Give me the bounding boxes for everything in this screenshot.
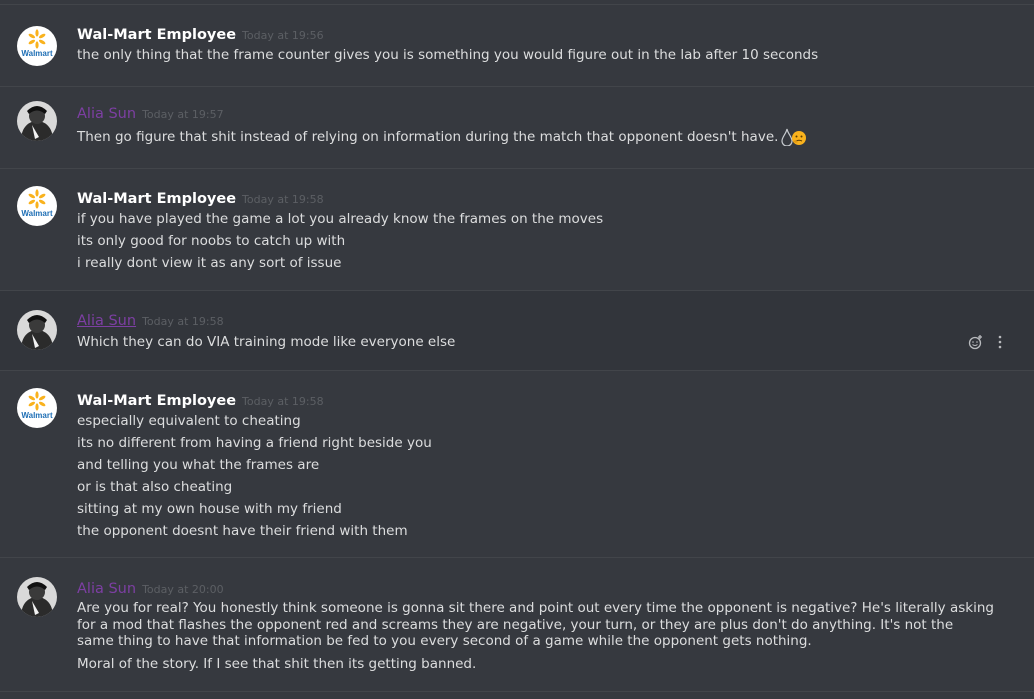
avatar[interactable]: Walmart — [17, 186, 57, 226]
message-group: Alia Sun Today at 19:58 Which they can do… — [0, 290, 1034, 370]
message-text: Moral of the story. If I see that shit t… — [77, 655, 477, 672]
avatar[interactable]: Walmart — [17, 26, 57, 66]
profile-photo-icon — [17, 101, 57, 141]
timestamp: Today at 19:58 — [142, 315, 224, 328]
message-group: Walmart Wal-Mart Employee Today at 19:58 … — [0, 370, 1034, 557]
walmart-logo-icon: Walmart — [21, 189, 53, 218]
timestamp: Today at 19:57 — [142, 108, 224, 121]
avatar[interactable] — [17, 101, 57, 141]
message-text: the opponent doesnt have their friend wi… — [77, 523, 408, 539]
thinking-emoji — [791, 130, 807, 153]
profile-photo-icon — [17, 310, 57, 350]
svg-text:Walmart: Walmart — [21, 411, 53, 420]
walmart-logo-icon: Walmart — [21, 391, 53, 420]
message-text: if you have played the game a lot you al… — [77, 211, 604, 227]
username[interactable]: Alia Sun — [77, 106, 136, 122]
message-group: Walmart Wal-Mart Employee Today at 19:58 … — [0, 168, 1034, 290]
message-text: Which they can do VIA training mode like… — [77, 334, 456, 350]
message-text: Then go figure that shit instead of rely… — [77, 126, 988, 153]
message-actions — [968, 334, 1008, 350]
message-text: and telling you what the frames are — [77, 457, 320, 473]
message-text: i really dont view it as any sort of iss… — [77, 255, 342, 271]
timestamp: Today at 20:00 — [142, 583, 224, 596]
message-group: Alia Sun Today at 19:57 Then go figure th… — [0, 86, 1034, 168]
timestamp: Today at 19:58 — [242, 395, 324, 408]
add-reaction-icon[interactable] — [968, 334, 984, 350]
message-group: Alia Sun Today at 20:00 Are you for real?… — [0, 557, 1034, 692]
profile-photo-icon — [17, 577, 57, 617]
avatar[interactable]: Walmart — [17, 388, 57, 428]
timestamp: Today at 19:58 — [242, 193, 324, 206]
avatar[interactable] — [17, 310, 57, 350]
message-text: or is that also cheating — [77, 479, 233, 495]
avatar[interactable] — [17, 577, 57, 617]
message-text: especially equivalent to cheating — [77, 413, 301, 429]
message-text: Are you for real? You honestly think som… — [77, 600, 994, 649]
message-text: the only thing that the frame counter gi… — [77, 47, 819, 63]
message-group: Walmart Wal-Mart Employee Today at 19:56 … — [0, 4, 1034, 86]
chat-messages: Walmart Wal-Mart Employee Today at 19:56 … — [0, 0, 1034, 699]
svg-text:Walmart: Walmart — [21, 209, 53, 218]
username[interactable]: Alia Sun — [77, 581, 136, 597]
more-options-icon[interactable] — [992, 334, 1008, 350]
timestamp: Today at 19:56 — [242, 29, 324, 42]
username[interactable]: Wal-Mart Employee — [77, 191, 236, 207]
username[interactable]: Wal-Mart Employee — [77, 27, 236, 43]
username[interactable]: Alia Sun — [77, 313, 136, 329]
username[interactable]: Wal-Mart Employee — [77, 393, 236, 409]
message-text: sitting at my own house with my friend — [77, 501, 342, 517]
message-text: its only good for noobs to catch up with — [77, 233, 346, 249]
walmart-logo-icon: Walmart — [21, 29, 53, 58]
message-text: its no different from having a friend ri… — [77, 435, 432, 451]
svg-text:Walmart: Walmart — [21, 49, 53, 58]
